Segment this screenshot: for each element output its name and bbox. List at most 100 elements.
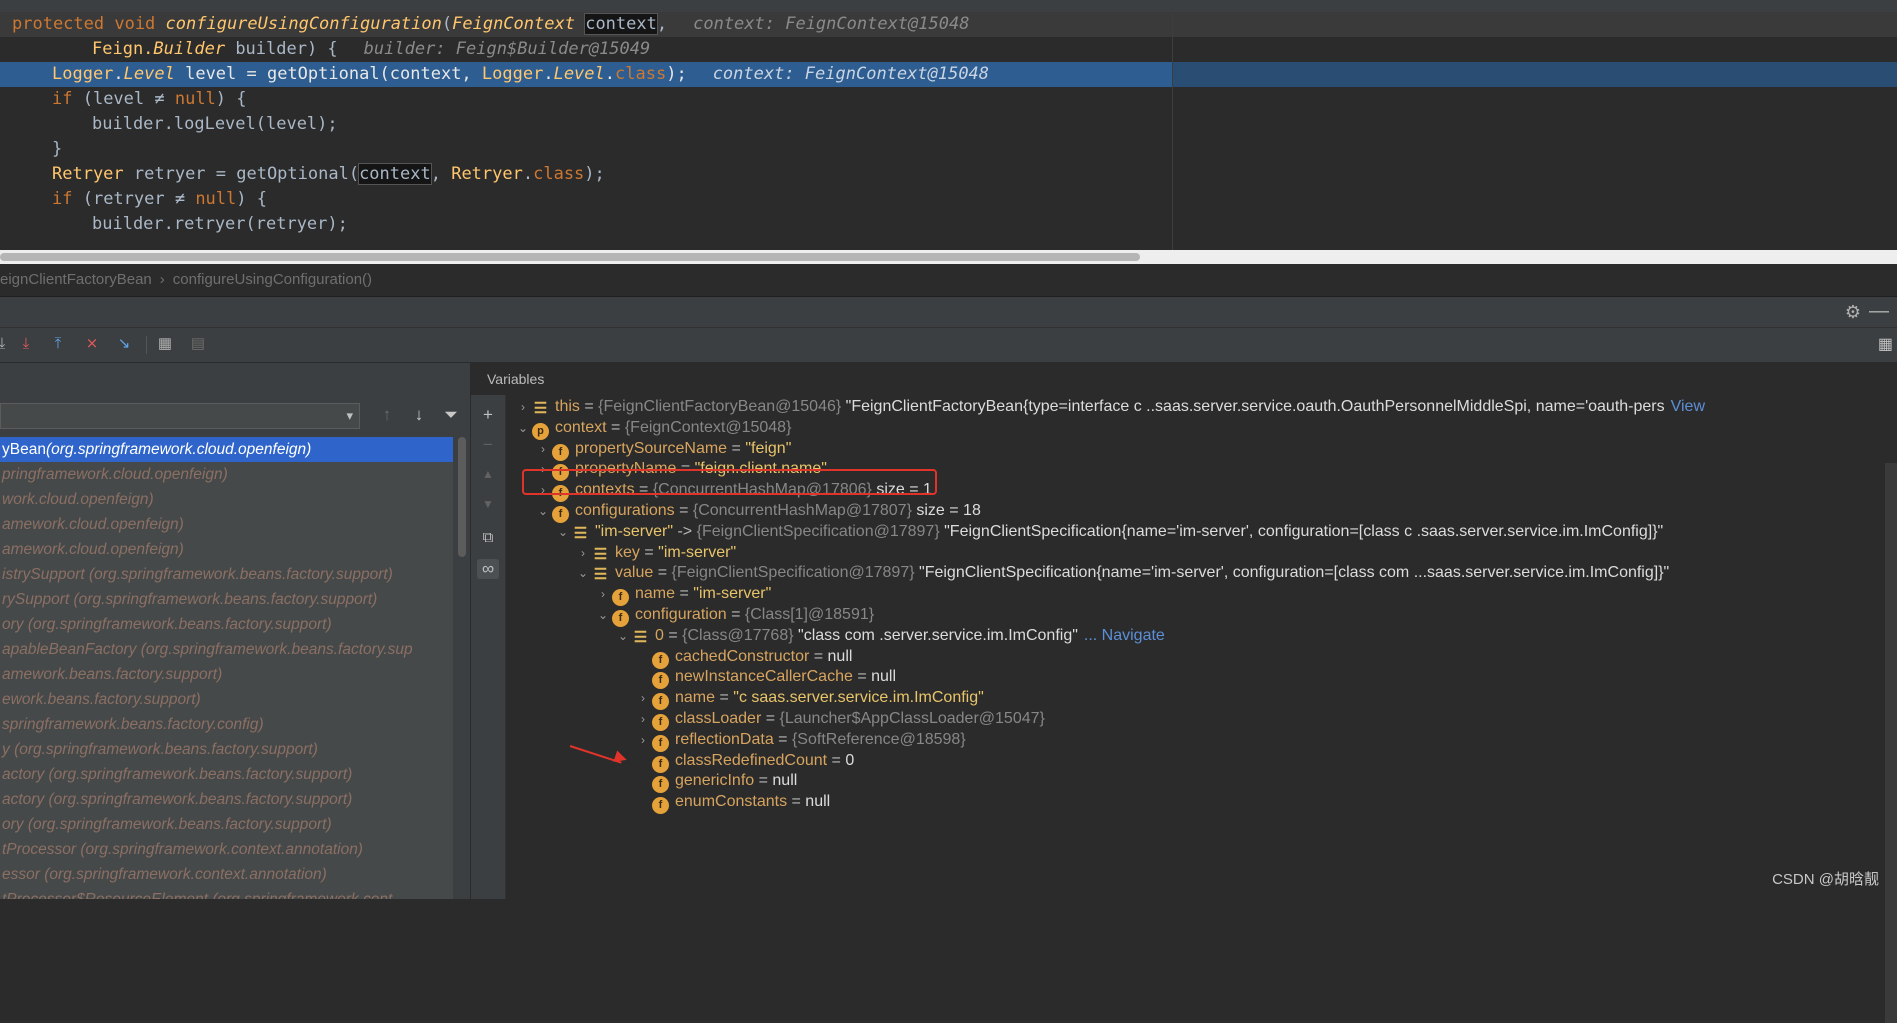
frame-item[interactable]: ory (org.springframework.beans.factory.s… [0, 812, 453, 837]
variable-value: size = 18 [911, 502, 981, 519]
frames-scrollbar[interactable] [458, 437, 466, 557]
frame-package: (org.springframework.beans.factory.suppo… [27, 816, 332, 833]
variable-operator: -> [673, 522, 697, 540]
frame-package: (org.springframework.beans.factory.suppo… [14, 741, 318, 758]
frame-item[interactable]: amework.cloud.openfeign) [0, 512, 453, 537]
variable-value: "c saas.server.service.im.ImConfig" [733, 689, 984, 707]
expanded-chevron-icon[interactable]: ⌄ [534, 499, 552, 524]
arrow-up-icon[interactable]: ↑ [376, 405, 398, 425]
code-line-5[interactable]: builder.logLevel(level); [0, 112, 1897, 137]
frame-package: (org.springframework.beans.factory.suppo… [27, 616, 332, 633]
frames-panel: ▾ ↑ ↓ ⏷ yBean(org.springframework.cloud.… [0, 363, 471, 899]
step-into-icon[interactable]: ⤓ [0, 334, 12, 354]
infinity-icon[interactable]: ∞ [477, 559, 499, 579]
code-line-4[interactable]: if (level ≠ null) { [0, 87, 1897, 112]
gear-icon[interactable]: ⚙ [1845, 302, 1861, 323]
frame-item[interactable]: y (org.springframework.beans.factory.sup… [0, 737, 453, 762]
field-icon: f [652, 797, 669, 815]
code-editor[interactable]: protected void configureUsingConfigurati… [0, 0, 1897, 250]
code-line-8[interactable]: if (retryer ≠ null) { [0, 187, 1897, 212]
variable-value: "FeignClientFactoryBean{type=interface c… [841, 398, 1665, 415]
frame-item[interactable]: actory (org.springframework.beans.factor… [0, 762, 453, 787]
variable-value: "feign" [745, 439, 792, 457]
variable-name: reflectionData [675, 730, 774, 748]
frame-item[interactable]: ework.beans.factory.support) [0, 687, 453, 712]
variable-operator: = [639, 543, 659, 561]
variables-scrollbar[interactable] [1885, 463, 1897, 1023]
frame-package: (org.springframework.context.annotation) [44, 866, 327, 883]
variable-operator: = [827, 751, 846, 769]
variable-reference: {FeignClientSpecification@17897} [671, 564, 915, 582]
variable-operator: = [787, 793, 806, 811]
frame-item[interactable]: springframework.beans.factory.config) [0, 712, 453, 737]
frame-method: tProcessor [2, 841, 81, 858]
arrow-down-icon[interactable]: ↓ [408, 405, 430, 425]
variable-reference: {FeignClientFactoryBean@15046} [598, 398, 842, 415]
evaluate-icon[interactable]: ▦ [155, 334, 175, 354]
code-line-9[interactable]: builder.retryer(retryer); [0, 212, 1897, 237]
watermark: CSDN @胡晗靓 [1772, 871, 1879, 888]
frame-item[interactable]: essor (org.springframework.context.annot… [0, 862, 453, 887]
code-line-2[interactable]: Feign.Builder builder) {builder: Feign$B… [0, 37, 1897, 62]
variable-name: configuration [635, 606, 727, 623]
frame-item[interactable]: pringframework.cloud.openfeign) [0, 462, 453, 487]
code-line-1[interactable]: protected void configureUsingConfigurati… [0, 12, 1897, 37]
expanded-chevron-icon[interactable]: ⌄ [614, 624, 632, 649]
variable-row[interactable]: f enumConstants = null [634, 789, 831, 815]
frame-item[interactable]: istrySupport (org.springframework.beans.… [0, 562, 453, 587]
variable-operator: = [727, 439, 746, 457]
copy-icon[interactable]: ⧉ [477, 529, 499, 546]
breadcrumb-class[interactable]: eignClientFactoryBean [0, 271, 152, 288]
frame-item[interactable]: yBean(org.springframework.cloud.openfeig… [0, 437, 453, 462]
view-link[interactable]: View [1671, 398, 1705, 415]
scrollbar-thumb[interactable] [0, 253, 1140, 261]
frame-item[interactable]: amework.cloud.openfeign) [0, 537, 453, 562]
frame-item[interactable]: work.cloud.openfeign) [0, 487, 453, 512]
frame-item[interactable]: tProcessor (org.springframework.context.… [0, 837, 453, 862]
frame-list[interactable]: yBean(org.springframework.cloud.openfeig… [0, 437, 453, 899]
step-out-icon[interactable]: ⤒ [48, 334, 68, 354]
frame-item[interactable]: tProcessor$ResourceElement (org.springfr… [0, 887, 453, 899]
thread-selector[interactable]: ▾ [0, 403, 360, 429]
variable-value: null [827, 647, 853, 665]
frame-item[interactable]: rySupport (org.springframework.beans.fac… [0, 587, 453, 612]
code-line-7[interactable]: Retryer retryer = getOptional(context, R… [0, 162, 1897, 187]
layout-icon[interactable]: ▦ [1878, 334, 1893, 354]
expanded-chevron-icon[interactable]: ⌄ [574, 561, 592, 586]
expanded-chevron-icon[interactable]: ⌄ [594, 603, 612, 628]
editor-horizontal-scrollbar[interactable] [0, 250, 1897, 264]
breadcrumb: eignClientFactoryBean › configureUsingConf… [0, 264, 1897, 297]
add-watch-icon[interactable]: + [477, 405, 499, 425]
debug-tool-window-header: ⚙ — [0, 297, 1897, 328]
frame-item[interactable]: amework.beans.factory.support) [0, 662, 453, 687]
navigate-link[interactable]: ... Navigate [1084, 627, 1165, 644]
frame-item[interactable]: ory (org.springframework.beans.factory.s… [0, 612, 453, 637]
inline-debug-hint: builder: Feign$Builder@15049 [363, 39, 651, 59]
drop-frame-icon[interactable]: ⨯ [82, 334, 102, 354]
code-line-6[interactable]: } [0, 137, 1897, 162]
variable-value: null [871, 668, 897, 686]
frame-item[interactable]: actory (org.springframework.beans.factor… [0, 787, 453, 812]
remove-watch-icon[interactable]: − [477, 435, 499, 455]
trace-icon[interactable]: ▤ [188, 334, 208, 354]
breadcrumb-method[interactable]: configureUsingConfiguration() [173, 271, 372, 288]
frame-package: (org.springframework.beans.factory.suppo… [48, 791, 353, 808]
expanded-chevron-icon[interactable]: ⌄ [554, 520, 572, 545]
variables-panel: Variables + − ▲ ▼ ⧉ ∞ › ☰ this = {FeignCli… [471, 363, 1897, 1023]
variable-operator: = [761, 710, 780, 727]
force-step-into-icon[interactable]: ⤓ [16, 334, 36, 354]
frame-method: springframework.beans.factory.config) [2, 716, 264, 733]
editor-top-strip [0, 0, 1897, 12]
filter-icon[interactable]: ⏷ [440, 405, 462, 425]
frame-item[interactable]: apableBeanFactory (org.springframework.b… [0, 637, 453, 662]
run-to-cursor-icon[interactable]: ↘ [114, 334, 134, 354]
variable-value: null [805, 793, 831, 811]
code-line-3-current[interactable]: Logger.Level level = getOptional(context… [0, 62, 1897, 87]
frame-method: tProcessor$ResourceElement [2, 891, 212, 899]
move-up-icon[interactable]: ▲ [477, 467, 499, 481]
minimize-icon[interactable]: — [1869, 300, 1889, 323]
variable-reference: {ConcurrentHashMap@17807} [692, 502, 912, 519]
expanded-chevron-icon[interactable]: ⌄ [514, 416, 532, 441]
move-down-icon[interactable]: ▼ [477, 497, 499, 511]
variable-operator: = [606, 418, 625, 436]
